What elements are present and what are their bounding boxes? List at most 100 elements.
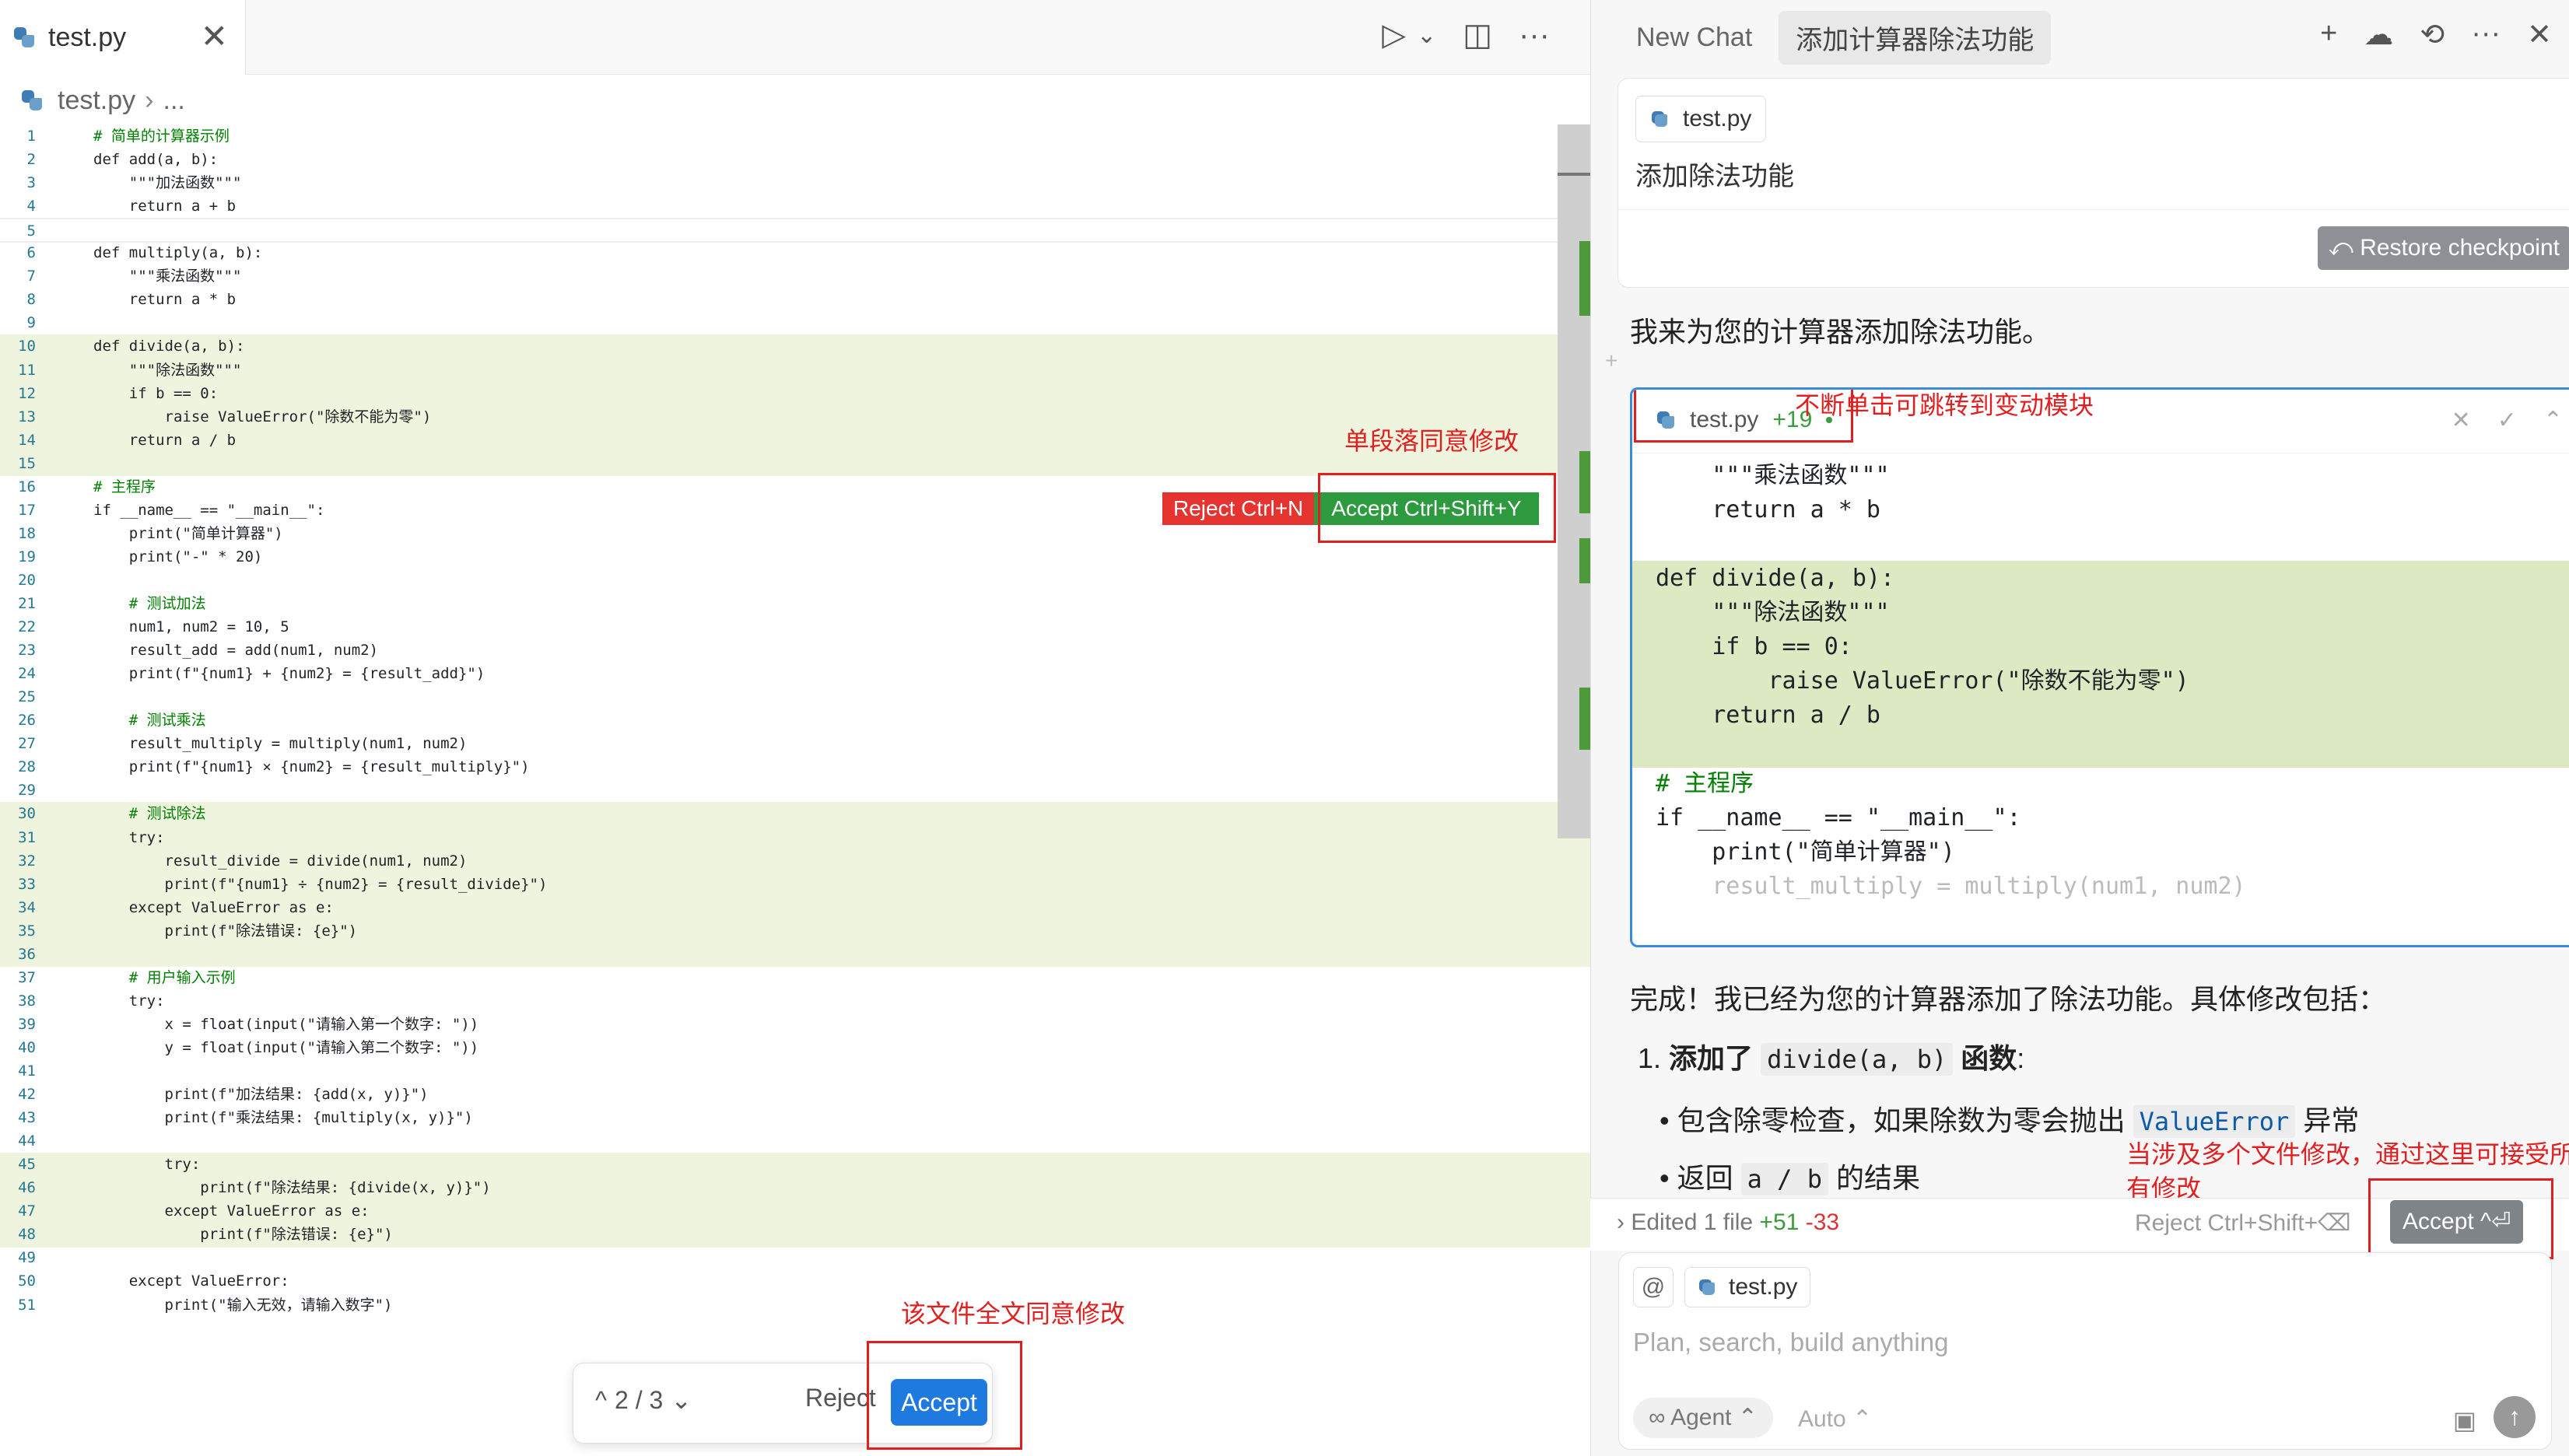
restore-checkpoint-button[interactable]: ⤺ Restore checkpoint <box>2317 226 2569 270</box>
more-icon[interactable]: ··· <box>1519 18 1550 53</box>
code-line[interactable]: 24 print(f"{num1} + {num2} = {result_add… <box>0 662 1590 687</box>
code-line[interactable]: 25 <box>0 685 1590 710</box>
line-number: 45 <box>18 1156 36 1174</box>
code-line[interactable]: 35 print(f"除法错误: {e}") <box>0 919 1590 944</box>
tab-new-chat[interactable]: New Chat <box>1636 23 1752 53</box>
breadcrumb-more[interactable]: ... <box>163 86 185 116</box>
code-line[interactable]: 23 result_add = add(num1, num2) <box>0 639 1590 663</box>
close-icon[interactable]: ✕ <box>201 17 228 55</box>
code-line[interactable]: 34 except ValueError as e: <box>0 895 1590 921</box>
prompt-input[interactable]: Plan, search, build anything <box>1633 1328 1948 1357</box>
code-line[interactable]: 37 # 用户输入示例 <box>0 966 1590 991</box>
mention-button[interactable]: @ <box>1633 1267 1674 1307</box>
code-line[interactable]: 28 print(f"{num1} × {num2} = {result_mul… <box>0 755 1590 780</box>
code-line[interactable]: 47 except ValueError as e: <box>0 1199 1590 1224</box>
bullet-text: 异常 <box>2303 1104 2360 1136</box>
agent-mode-selector[interactable]: ∞ Agent ⌃ <box>1633 1398 1773 1438</box>
code-line[interactable]: 43 print(f"乘法结果: {multiply(x, y)}") <box>0 1106 1590 1131</box>
code-line[interactable]: 36 <box>0 942 1590 968</box>
prev-change-icon[interactable]: ^ <box>595 1386 607 1415</box>
line-content: print("简单计算器") <box>93 524 283 542</box>
code-line[interactable]: 44 <box>0 1129 1590 1154</box>
code-line[interactable]: 21 # 测试加法 <box>0 592 1590 617</box>
run-icon[interactable]: ▷ <box>1382 17 1406 53</box>
line-number: 22 <box>18 618 36 636</box>
line-number: 15 <box>18 454 36 472</box>
code-line[interactable]: 2 def add(a, b): <box>0 148 1590 173</box>
code-editor[interactable]: 1 # 简单的计算器示例 2 def add(a, b): 3 """加法函数""" 4 … <box>0 124 1590 1384</box>
diff-line: """乘法函数""" <box>1632 458 2569 494</box>
code-line[interactable]: 6 def multiply(a, b): <box>0 241 1590 266</box>
code-line[interactable]: 19 print("-" * 20) <box>0 545 1590 570</box>
context-file-chip[interactable]: test.py <box>1684 1267 1811 1307</box>
code-line[interactable]: 49 <box>0 1246 1590 1271</box>
cloud-icon[interactable]: ☁ <box>2364 17 2393 52</box>
code-line[interactable]: 22 num1, num2 = 10, 5 <box>0 615 1590 640</box>
tab-test-py[interactable]: test.py ✕ <box>0 0 246 75</box>
reject-icon[interactable]: ✕ <box>2452 407 2471 434</box>
inline-code: ValueError <box>2133 1105 2296 1138</box>
code-line[interactable]: 11 """除法函数""" <box>0 358 1590 383</box>
more-icon[interactable]: ··· <box>2471 17 2501 52</box>
code-line[interactable]: 41 <box>0 1059 1590 1084</box>
next-change-icon[interactable]: ⌄ <box>671 1385 692 1415</box>
code-line[interactable]: 8 return a * b <box>0 288 1590 313</box>
code-line[interactable]: 9 <box>0 311 1590 336</box>
code-line[interactable]: 45 try: <box>0 1153 1590 1178</box>
list-number: 1. <box>1638 1042 1662 1074</box>
run-menu-chevron-icon[interactable]: ⌄ <box>1417 22 1436 49</box>
code-line[interactable]: 29 <box>0 779 1590 803</box>
breadcrumb-file[interactable]: test.py <box>58 86 135 116</box>
line-content: """加法函数""" <box>93 174 242 192</box>
code-line[interactable]: 26 # 测试乘法 <box>0 709 1590 733</box>
code-line[interactable]: 50 except ValueError: <box>0 1269 1590 1294</box>
code-line[interactable]: 33 print(f"{num1} ÷ {num2} = {result_div… <box>0 872 1590 898</box>
code-line[interactable]: 4 return a + b <box>0 194 1590 219</box>
split-editor-icon[interactable]: ◫ <box>1463 17 1492 53</box>
code-line[interactable]: 12 if b == 0: <box>0 381 1590 407</box>
edited-summary[interactable]: › Edited 1 file +51 -33 <box>1617 1209 1839 1236</box>
line-content: raise ValueError("除数不能为零") <box>93 408 432 425</box>
code-line[interactable]: 27 result_multiply = multiply(num1, num2… <box>0 732 1590 757</box>
code-line[interactable]: 1 # 简单的计算器示例 <box>0 124 1590 149</box>
code-line[interactable]: 51 print("输入无效，请输入数字") <box>0 1293 1590 1318</box>
tab-current-chat[interactable]: 添加计算器除法功能 <box>1779 10 2052 65</box>
line-number: 37 <box>18 968 36 986</box>
code-line[interactable]: 10 def divide(a, b): <box>0 334 1590 360</box>
hunk-reject-button[interactable]: Reject Ctrl+N <box>1162 492 1315 525</box>
line-number: 14 <box>18 431 36 449</box>
code-line[interactable]: 46 print(f"除法结果: {divide(x, y)}") <box>0 1176 1590 1201</box>
code-line[interactable]: 38 try: <box>0 989 1590 1014</box>
close-icon[interactable]: ✕ <box>2527 17 2552 52</box>
line-number: 31 <box>18 828 36 846</box>
history-icon[interactable]: ⟲ <box>2420 17 2445 52</box>
accept-icon[interactable]: ✓ <box>2497 407 2517 434</box>
code-line[interactable]: 31 try: <box>0 825 1590 851</box>
file-reject-button[interactable]: Reject <box>805 1384 876 1412</box>
line-content: return a / b <box>93 431 237 449</box>
line-content: num1, num2 = 10, 5 <box>93 618 289 636</box>
code-line[interactable]: 5 <box>0 218 1590 243</box>
code-line[interactable]: 48 print(f"除法错误: {e}") <box>0 1223 1590 1248</box>
plus-icon[interactable]: + <box>2320 17 2337 52</box>
code-line[interactable]: 30 # 测试除法 <box>0 802 1590 828</box>
code-line[interactable]: 7 """乘法函数""" <box>0 264 1590 289</box>
code-line[interactable]: 42 print(f"加法结果: {add(x, y)}") <box>0 1083 1590 1108</box>
reject-all-button[interactable]: Reject Ctrl+Shift+⌫ <box>2135 1209 2351 1237</box>
code-line[interactable]: 40 y = float(input("请输入第二个数字: ")) <box>0 1036 1590 1061</box>
code-line[interactable]: 32 result_divide = divide(num1, num2) <box>0 849 1590 874</box>
collapse-icon[interactable]: ⌃ <box>2543 407 2563 434</box>
code-line[interactable]: 20 <box>0 569 1590 593</box>
code-line[interactable]: 39 x = float(input("请输入第一个数字: ")) <box>0 1013 1590 1038</box>
code-line[interactable]: 3 """加法函数""" <box>0 171 1590 196</box>
diff-preview[interactable]: test.py +19 ✕ ✓ ⌃ """乘法函数""" return a * … <box>1630 387 2569 947</box>
diff-line-content: """除法函数""" <box>1656 599 1890 626</box>
file-chip[interactable]: test.py <box>1635 96 1767 142</box>
line-content: except ValueError: <box>93 1272 289 1290</box>
line-number: 11 <box>18 361 36 379</box>
send-button[interactable]: ↑ <box>2494 1396 2536 1438</box>
item-colon: : <box>2017 1042 2025 1074</box>
model-selector[interactable]: Auto ⌃ <box>1798 1405 1872 1433</box>
image-icon[interactable]: ▣ <box>2453 1405 2476 1435</box>
annotation-file-accept: 该文件全文同意修改 <box>901 1300 1126 1328</box>
